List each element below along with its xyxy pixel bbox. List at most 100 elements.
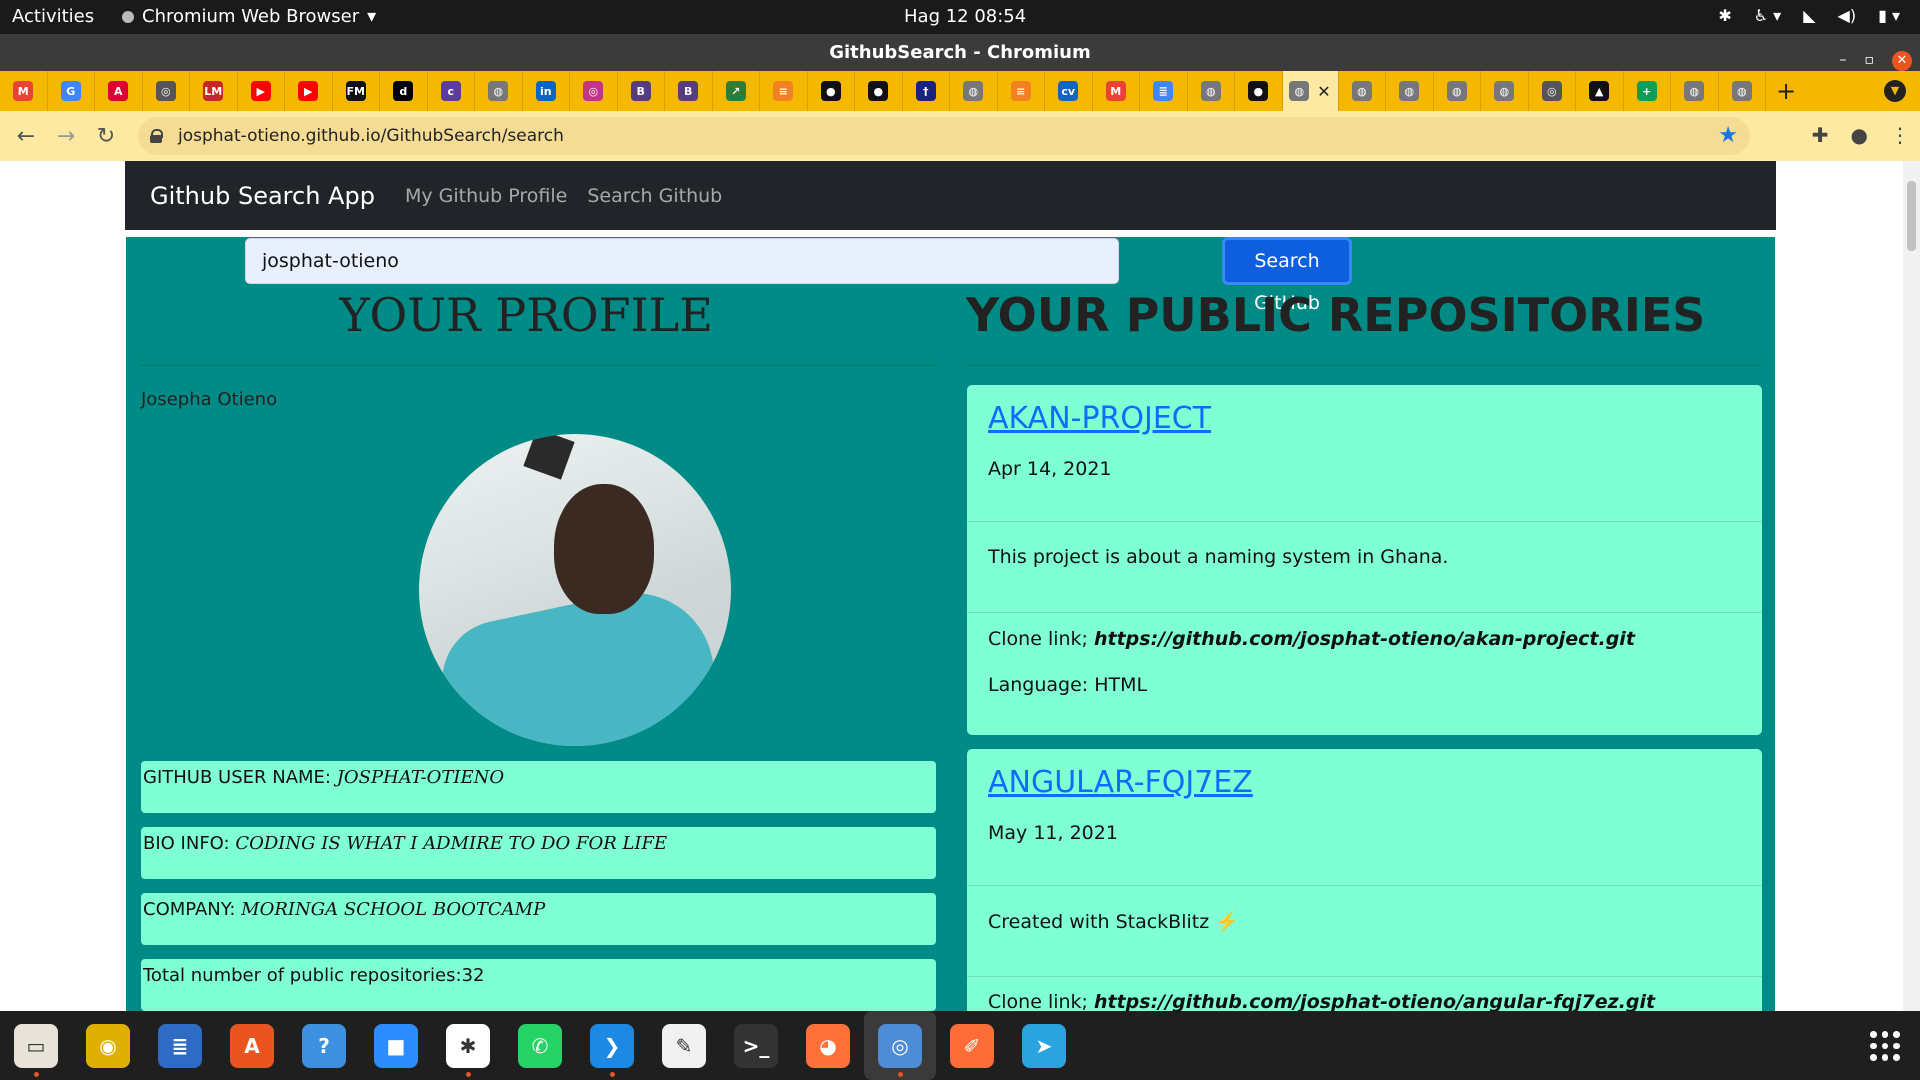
browser-tab[interactable]: † (903, 71, 950, 111)
dock-item[interactable]: ◎ (864, 1011, 936, 1080)
globe-icon: ◍ (963, 81, 984, 101)
close-tab-icon[interactable]: ✕ (1317, 82, 1330, 101)
lock-icon[interactable] (150, 129, 163, 143)
dock-item[interactable]: ■ (360, 1011, 432, 1080)
browser-tab[interactable]: ◎ (570, 71, 618, 111)
repo-description-section: Created with StackBlitz ⚡️ (967, 886, 1762, 977)
browser-tab[interactable]: ◎ (143, 71, 190, 111)
tab-search-icon[interactable]: ▼ (1884, 80, 1906, 102)
wifi-icon[interactable]: ◣ (1803, 6, 1815, 25)
volume-icon[interactable]: ◀) (1838, 6, 1857, 25)
address-bar[interactable]: josphat-otieno.github.io/GithubSearch/se… (138, 117, 1750, 155)
browser-tab[interactable]: ◎ (1529, 71, 1576, 111)
show-applications-icon[interactable] (1870, 1031, 1900, 1061)
dock-item[interactable]: ✱ (432, 1011, 504, 1080)
browser-tab[interactable]: A (95, 71, 143, 111)
app-menu[interactable]: Chromium Web Browser ▾ (122, 6, 376, 27)
browser-tab[interactable]: ▲ (1576, 71, 1624, 111)
browser-tab[interactable]: c (428, 71, 475, 111)
browser-tab[interactable]: ◍ (1671, 71, 1719, 111)
extensions-icon[interactable]: ✚ (1812, 123, 1829, 147)
dock-item[interactable]: A (216, 1011, 288, 1080)
dock-item[interactable]: ➤ (1008, 1011, 1080, 1080)
search-input[interactable]: josphat-otieno (245, 238, 1119, 284)
dock-item[interactable]: ≣ (144, 1011, 216, 1080)
browser-tab[interactable]: M (0, 71, 48, 111)
browser-tab[interactable]: ◍ (1434, 71, 1481, 111)
browser-tab[interactable]: ● (808, 71, 855, 111)
browser-tab[interactable]: ◍ (475, 71, 523, 111)
browser-tab[interactable]: ◍ (1339, 71, 1386, 111)
browser-tab[interactable]: in (523, 71, 570, 111)
info-username: GITHUB USER NAME: JOSPHAT-OTIENO (141, 761, 936, 813)
browser-tab[interactable]: ≡ (998, 71, 1045, 111)
new-tab-icon[interactable]: + (1766, 77, 1806, 105)
gmail-icon: M (1105, 81, 1126, 101)
dock-item[interactable]: ❯ (576, 1011, 648, 1080)
browser-tab[interactable]: ◍ (1719, 71, 1766, 111)
browser-tab[interactable]: ▶ (285, 71, 333, 111)
fm-icon: FM (345, 81, 366, 101)
globe-icon: ◍ (1200, 81, 1221, 101)
dock-item[interactable]: ◉ (72, 1011, 144, 1080)
browser-tab[interactable]: FM (333, 71, 380, 111)
browser-tab[interactable]: ◍ (950, 71, 998, 111)
battery-icon[interactable]: ▮ ▾ (1878, 6, 1900, 25)
forward-icon[interactable]: → (46, 124, 86, 149)
back-icon[interactable]: ← (6, 124, 46, 149)
browser-tab[interactable]: ◍ (1386, 71, 1434, 111)
bookmark-star-icon[interactable]: ★ (1718, 123, 1738, 148)
scrollbar-thumb[interactable] (1907, 181, 1916, 251)
vscode-icon: ❯ (590, 1023, 634, 1068)
repo-link[interactable]: AKAN-PROJECT (988, 401, 1762, 436)
dock-item[interactable]: >_ (720, 1011, 792, 1080)
dock-item[interactable]: ✆ (504, 1011, 576, 1080)
dock-item[interactable]: ✐ (936, 1011, 1008, 1080)
stack-icon: ≡ (773, 81, 794, 101)
app-brand[interactable]: Github Search App (150, 182, 375, 210)
reload-icon[interactable]: ↻ (86, 124, 126, 149)
nav-search-github[interactable]: Search Github (587, 185, 722, 207)
url-text[interactable]: josphat-otieno.github.io/GithubSearch/se… (178, 126, 564, 146)
window-title-bar: GithubSearch - Chromium – ▫ ✕ (0, 34, 1920, 71)
page-scrollbar[interactable] (1903, 161, 1920, 1011)
repo-link[interactable]: ANGULAR-FQJ7EZ (988, 765, 1762, 800)
browser-toolbar: ← → ↻ josphat-otieno.github.io/GithubSea… (0, 111, 1920, 161)
browser-tab[interactable]: ◍ (1481, 71, 1529, 111)
lm-icon: LM (203, 81, 224, 101)
browser-tab[interactable]: ● (1235, 71, 1283, 111)
globe-icon: ◍ (1684, 81, 1705, 101)
texteditor-icon: ✎ (662, 1023, 706, 1068)
nav-my-profile[interactable]: My Github Profile (405, 185, 567, 207)
dock-item[interactable]: ? (288, 1011, 360, 1080)
browser-tab[interactable]: ≣ (1140, 71, 1188, 111)
dock-item[interactable]: ✎ (648, 1011, 720, 1080)
browser-tab[interactable]: M (1093, 71, 1140, 111)
browser-tab[interactable]: d (380, 71, 428, 111)
system-tray[interactable]: ✱ ♿ ▾ ◣ ◀) ▮ ▾ (1718, 6, 1900, 25)
browser-tab[interactable]: ≡ (760, 71, 808, 111)
browser-tab[interactable]: cv (1045, 71, 1093, 111)
browser-tab[interactable]: B (665, 71, 713, 111)
close-icon[interactable]: ✕ (1892, 50, 1912, 71)
browser-tab[interactable]: + (1624, 71, 1671, 111)
browser-tab[interactable]: ● (855, 71, 903, 111)
search-github-button[interactable]: Search GitHub (1222, 237, 1352, 314)
clock[interactable]: Hag 12 08:54 (904, 6, 1026, 27)
accessibility-icon[interactable]: ♿ ▾ (1754, 6, 1781, 25)
activities-button[interactable]: Activities (12, 6, 94, 27)
browser-tab[interactable]: B (618, 71, 665, 111)
browser-tab[interactable]: ↗ (713, 71, 760, 111)
menu-icon[interactable]: ⋮ (1890, 123, 1910, 147)
slack-tray-icon[interactable]: ✱ (1718, 6, 1731, 25)
browser-tab[interactable]: ▶ (238, 71, 285, 111)
browser-tab[interactable]: LM (190, 71, 238, 111)
browser-tab[interactable]: G (48, 71, 95, 111)
profile-icon[interactable]: ● (1851, 123, 1868, 147)
dock-item[interactable]: ◕ (792, 1011, 864, 1080)
dock-item[interactable]: ▭ (0, 1011, 72, 1080)
cv-icon: cv (1058, 81, 1079, 101)
browser-tab-active[interactable]: ◍ ✕ (1282, 71, 1339, 111)
browser-tab[interactable]: ◍ (1188, 71, 1235, 111)
repo-date: Apr 14, 2021 (988, 458, 1112, 480)
